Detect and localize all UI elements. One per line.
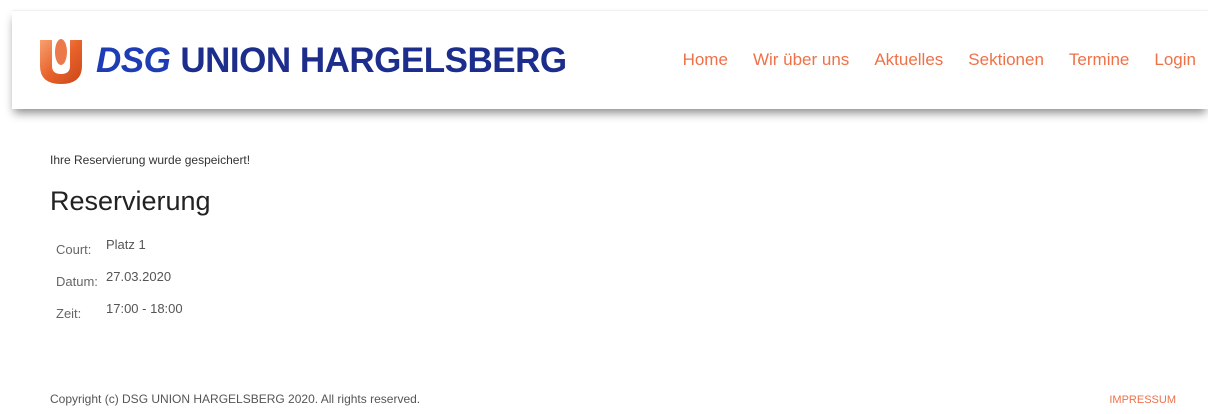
- site-footer: Copyright (c) DSG UNION HARGELSBERG 2020…: [50, 392, 1176, 406]
- zeit-value: 17:00 - 18:00: [106, 301, 183, 316]
- nav-login[interactable]: Login: [1154, 49, 1196, 71]
- success-message: Ihre Reservierung wurde gespeichert!: [50, 153, 251, 167]
- nav-termine[interactable]: Termine: [1069, 49, 1129, 71]
- detail-row-court: Court: Platz 1: [56, 237, 1150, 269]
- datum-label: Datum:: [56, 274, 98, 289]
- nav-aktuelles[interactable]: Aktuelles: [874, 49, 943, 71]
- nav-wir-ueber-uns[interactable]: Wir über uns: [753, 49, 849, 71]
- site-name-main: UNION HARGELSBERG: [180, 41, 567, 80]
- detail-row-zeit: Zeit: 17:00 - 18:00: [56, 301, 1150, 333]
- main-content: Ihre Reservierung wurde gespeichert! Res…: [50, 153, 1150, 333]
- site-header: DSG UNION HARGELSBERG Home Wir über uns A…: [12, 10, 1208, 109]
- court-value: Platz 1: [106, 237, 146, 252]
- site-logo[interactable]: DSG UNION HARGELSBERG: [36, 37, 567, 85]
- reservation-details: Court: Platz 1 Datum: 27.03.2020 Zeit: 1…: [56, 237, 1150, 333]
- detail-row-datum: Datum: 27.03.2020: [56, 269, 1150, 301]
- site-name-prefix: DSG: [96, 41, 171, 80]
- union-u-logo-icon: [36, 38, 86, 84]
- nav-sektionen[interactable]: Sektionen: [968, 49, 1044, 71]
- main-nav: Home Wir über uns Aktuelles Sektionen Te…: [658, 49, 1196, 71]
- page-title: Reservierung: [50, 186, 211, 216]
- impressum-link[interactable]: IMPRESSUM: [1109, 392, 1176, 406]
- page: DSG UNION HARGELSBERG Home Wir über uns A…: [0, 0, 1208, 414]
- nav-home[interactable]: Home: [683, 49, 728, 71]
- copyright-text: Copyright (c) DSG UNION HARGELSBERG 2020…: [50, 392, 421, 406]
- datum-value: 27.03.2020: [106, 269, 172, 284]
- court-label: Court:: [56, 242, 92, 257]
- site-name: DSG UNION HARGELSBERG: [96, 37, 567, 85]
- zeit-label: Zeit:: [56, 306, 82, 321]
